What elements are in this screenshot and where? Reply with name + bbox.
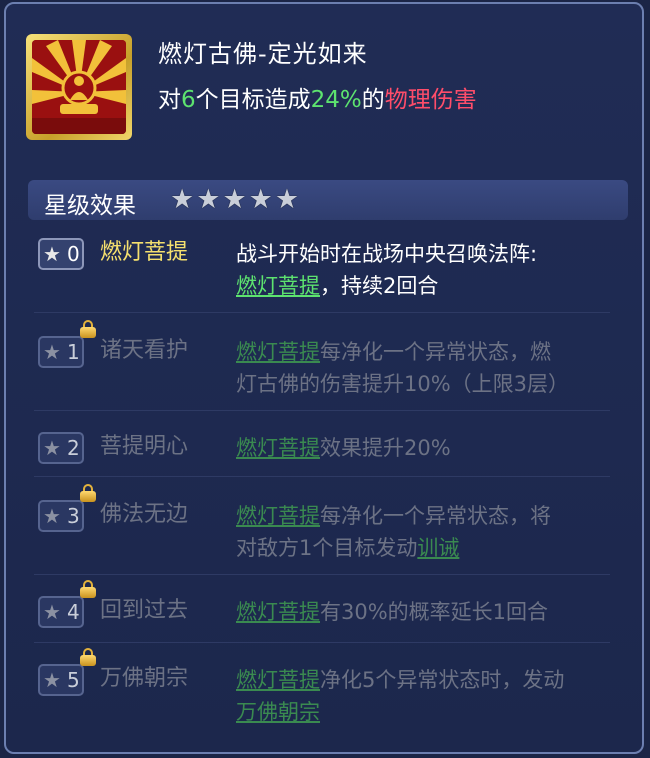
effect-text: 燃灯菩提每净化一个异常状态，将 对敌方1个目标发动训诫 [236, 500, 606, 564]
effect-line-2: 对敌方1个目标发动 [236, 536, 418, 560]
effect-link[interactable]: 燃灯菩提 [236, 274, 320, 298]
star-icon: ★ [43, 436, 61, 460]
star-icon: ★ [274, 184, 300, 215]
effect-link[interactable]: 燃灯菩提 [236, 668, 320, 692]
row-divider [34, 642, 610, 643]
star-icon: ★ [43, 504, 61, 528]
effect-link[interactable]: 燃灯菩提 [236, 504, 320, 528]
star-icon: ★ [43, 340, 61, 364]
desc-of: 的 [361, 87, 385, 113]
damage-percent: 24% [310, 87, 362, 113]
star-level-badge: ★ 5 [38, 664, 84, 696]
row-divider [34, 312, 610, 313]
effect-text: 燃灯菩提有30%的概率延长1回合 [236, 596, 606, 628]
star-icon: ★ [196, 184, 221, 215]
effect-line-1: 战斗开始时在战场中央召唤法阵: [236, 242, 538, 266]
row-divider [34, 574, 610, 575]
effect-after: 每净化一个异常状态，将 [320, 504, 551, 528]
effect-link[interactable]: 训诫 [417, 536, 459, 560]
star-level-badge: ★ 1 [38, 336, 84, 368]
skill-detail-panel: 燃灯古佛-定光如来 对6个目标造成24%的物理伤害 星级效果 ★ ★ ★ ★ ★… [4, 2, 644, 754]
effect-line-2: 灯古佛的伤害提升10%（上限3层） [236, 372, 570, 396]
star-icon: ★ [248, 184, 273, 215]
effect-link[interactable]: 燃灯菩提 [236, 436, 320, 460]
damage-type: 物理伤害 [384, 87, 477, 113]
effect-link[interactable]: 万佛朝宗 [236, 700, 320, 724]
effect-name: 佛法无边 [100, 502, 189, 527]
star-effects-label: 星级效果 [44, 193, 136, 219]
star-icon: ★ [43, 242, 61, 266]
star-icon: ★ [43, 600, 61, 624]
star-icon: ★ [43, 668, 61, 692]
desc-mid: 个目标造成 [195, 87, 311, 113]
star-icon: ★ [222, 184, 247, 215]
star-level-badge: ★ 2 [38, 432, 84, 464]
star-level-number: 4 [67, 600, 80, 624]
star-icon: ★ [170, 184, 195, 215]
row-divider [34, 476, 610, 477]
star-level-badge: ★ 3 [38, 500, 84, 532]
effect-text: 燃灯菩提每净化一个异常状态，燃 灯古佛的伤害提升10%（上限3层） [236, 336, 606, 400]
lock-icon [80, 320, 96, 338]
effect-name: 回到过去 [100, 598, 189, 623]
lock-icon [80, 580, 96, 598]
desc-prefix: 对 [158, 87, 181, 113]
star-level-badge: ★ 4 [38, 596, 84, 628]
effect-after: 每净化一个异常状态，燃 [320, 340, 551, 364]
star-level-badge: ★ 0 [38, 238, 84, 270]
effect-after: ，持续2回合 [320, 274, 439, 298]
effect-name: 万佛朝宗 [100, 666, 189, 691]
star-level-number: 0 [67, 242, 80, 266]
star-level-number: 3 [67, 504, 80, 528]
effect-name: 诸天看护 [100, 338, 189, 363]
effect-text: 战斗开始时在战场中央召唤法阵: 燃灯菩提，持续2回合 [236, 238, 606, 302]
lock-icon [80, 484, 96, 502]
effect-link[interactable]: 燃灯菩提 [236, 340, 320, 364]
star-effects-header: 星级效果 ★ ★ ★ ★ ★ [28, 180, 628, 220]
effect-name: 菩提明心 [100, 434, 189, 459]
star-level-number: 1 [67, 340, 80, 364]
star-level-number: 5 [67, 668, 80, 692]
skill-title: 燃灯古佛-定光如来 [158, 40, 368, 68]
effect-name: 燃灯菩提 [100, 240, 189, 265]
star-level-number: 2 [67, 436, 80, 460]
effect-after: 净化5个异常状态时，发动 [320, 668, 565, 692]
skill-icon-frame[interactable] [26, 34, 132, 140]
effect-text: 燃灯菩提效果提升20% [236, 432, 606, 464]
target-count: 6 [181, 87, 196, 113]
effect-link[interactable]: 燃灯菩提 [236, 600, 320, 624]
buddha-sunburst-icon [32, 40, 126, 134]
star-rating: ★ ★ ★ ★ ★ [170, 186, 299, 214]
lock-icon [80, 648, 96, 666]
skill-description: 对6个目标造成24%的物理伤害 [158, 80, 477, 114]
effect-after: 效果提升20% [320, 436, 451, 460]
effect-after: 有30%的概率延长1回合 [320, 600, 549, 624]
effect-text: 燃灯菩提净化5个异常状态时，发动 万佛朝宗 [236, 664, 606, 728]
row-divider [34, 410, 610, 411]
